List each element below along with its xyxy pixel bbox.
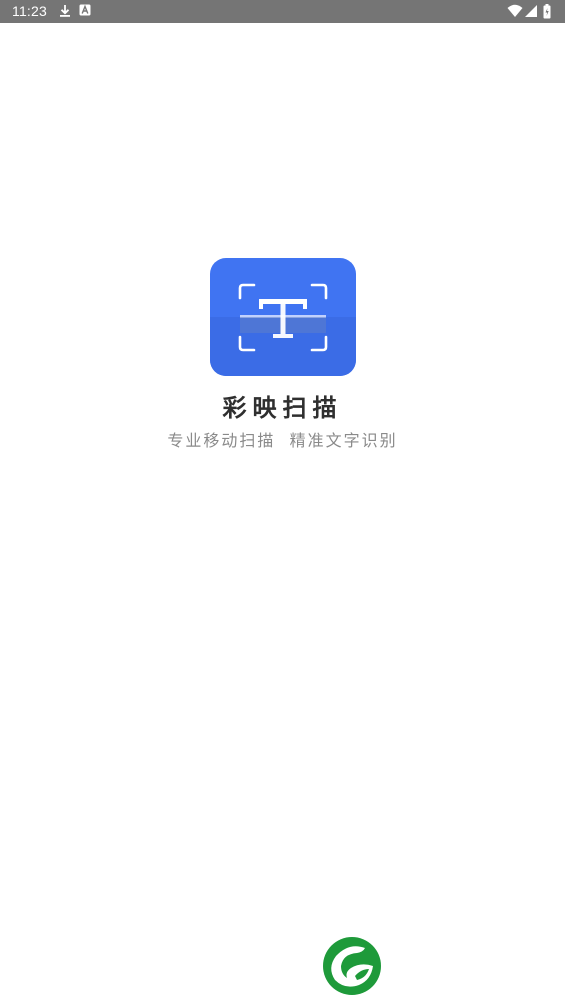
app-logo: [210, 258, 356, 376]
app-name: 彩映扫描: [222, 394, 343, 422]
green-leaf-logo-icon: [321, 936, 383, 996]
wifi-icon: [507, 4, 523, 18]
splash-screen: 11:23 彩映扫描 专业移动扫描 精准文字识别: [0, 0, 565, 1004]
status-bar: 11:23: [0, 0, 565, 23]
signal-icon: [524, 4, 538, 18]
text-scan-icon: [210, 283, 356, 376]
app-slogan: 专业移动扫描 精准文字识别: [167, 431, 398, 450]
download-icon: [58, 4, 72, 18]
battery-icon: [543, 4, 551, 19]
status-time: 11:23: [12, 3, 47, 19]
a-badge-icon: [79, 4, 93, 18]
